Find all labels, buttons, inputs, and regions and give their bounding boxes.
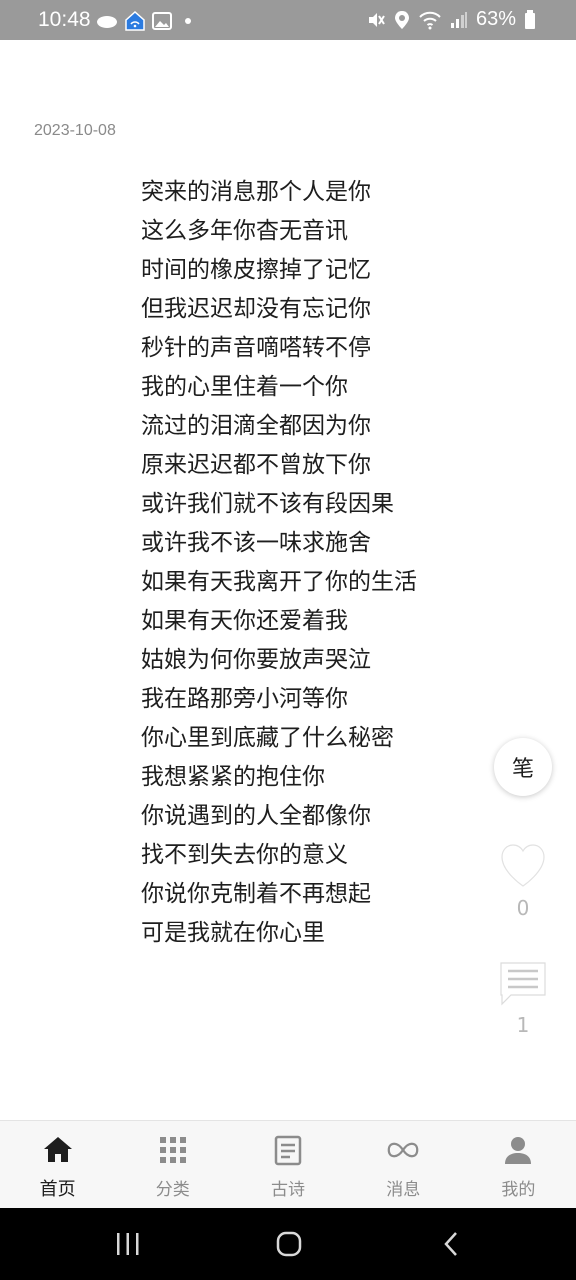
- nav-poems-label: 古诗: [271, 1180, 305, 1200]
- poem-line: 但我迟迟却没有忘记你: [141, 296, 371, 322]
- nav-poems[interactable]: 古诗: [230, 1121, 345, 1209]
- poem-line: 姑娘为何你要放声哭泣: [141, 647, 371, 673]
- grid-icon: [159, 1137, 186, 1163]
- system-nav-bar: [0, 1208, 576, 1280]
- poem-line: 原来迟迟都不曾放下你: [141, 452, 371, 478]
- comment-icon[interactable]: [498, 960, 548, 1008]
- status-bar: 10:48 63%: [0, 0, 576, 40]
- infinity-icon: [387, 1142, 419, 1158]
- poem-text: 突来的消息那个人是你 这么多年你杳无音讯 时间的橡皮擦掉了记忆 但我迟迟却没有忘记你秒…: [141, 173, 417, 953]
- poem-line: 我想紧紧的抱住你: [141, 764, 325, 790]
- cloud-icon: [97, 16, 117, 28]
- poem-line: 或许我们就不该有段因果: [141, 491, 394, 517]
- poem-line: 你说遇到的人全都像你: [141, 803, 371, 829]
- location-icon: [394, 10, 409, 29]
- post-date: 2023-10-08: [34, 122, 116, 139]
- recent-apps-icon: [117, 1233, 139, 1255]
- poem-line: 秒针的声音嘀嗒转不停: [141, 335, 371, 361]
- nav-messages-label: 消息: [386, 1180, 421, 1200]
- poem-line: 你心里到底藏了什么秘密: [141, 725, 394, 751]
- home-circle-icon: [276, 1231, 302, 1257]
- poem-line: 这么多年你杳无音讯: [141, 218, 348, 244]
- write-button[interactable]: 笔: [494, 738, 552, 796]
- nav-profile[interactable]: 我的: [461, 1121, 576, 1209]
- status-left-icons: [96, 10, 194, 32]
- write-button-label: 笔: [511, 757, 534, 782]
- poem-line: 如果有天你还爱着我: [141, 608, 348, 634]
- like-heart-icon[interactable]: [499, 842, 547, 890]
- nav-category[interactable]: 分类: [115, 1121, 230, 1209]
- poem-line: 可是我就在你心里: [141, 920, 325, 946]
- poem-line: 流过的泪滴全都因为你: [141, 413, 371, 439]
- poem-line: 我在路那旁小河等你: [141, 686, 348, 712]
- nav-category-label: 分类: [155, 1180, 190, 1200]
- home-icon: [43, 1137, 72, 1162]
- poem-line: 找不到失去你的意义: [141, 842, 348, 868]
- battery-percent: 63%: [475, 8, 516, 30]
- home-system-button[interactable]: [270, 1226, 308, 1262]
- dot-icon: [185, 18, 191, 24]
- back-button[interactable]: [436, 1226, 466, 1262]
- mute-icon: [368, 12, 385, 27]
- poem-line: 时间的橡皮擦掉了记忆: [141, 257, 371, 283]
- bottom-nav: 首页 分类 古诗 消息 我的: [0, 1120, 576, 1209]
- nav-home-label: 首页: [39, 1179, 76, 1200]
- home-wifi-icon: [125, 10, 145, 31]
- image-icon: [152, 12, 172, 30]
- signal-icon: [450, 11, 467, 28]
- nav-messages[interactable]: 消息: [346, 1121, 461, 1209]
- person-icon: [505, 1137, 532, 1164]
- document-icon: [274, 1135, 302, 1166]
- status-right-icons: 63%: [366, 8, 536, 31]
- poem-line: 突来的消息那个人是你: [141, 179, 371, 205]
- poem-line: 如果有天我离开了你的生活: [141, 569, 417, 595]
- like-count: 0: [516, 896, 530, 920]
- poem-line: 我的心里住着一个你: [141, 374, 348, 400]
- battery-icon: [525, 9, 535, 29]
- nav-home[interactable]: 首页: [0, 1121, 115, 1209]
- poem-line: 你说你克制着不再想起: [141, 881, 371, 907]
- back-chevron-icon: [444, 1232, 457, 1256]
- wifi-icon: [419, 11, 441, 29]
- comment-count: 1: [516, 1013, 530, 1037]
- poem-line: 或许我不该一味求施舍: [141, 530, 371, 556]
- recent-apps-button[interactable]: [110, 1226, 146, 1262]
- status-time: 10:48: [38, 8, 91, 31]
- nav-profile-label: 我的: [501, 1180, 536, 1200]
